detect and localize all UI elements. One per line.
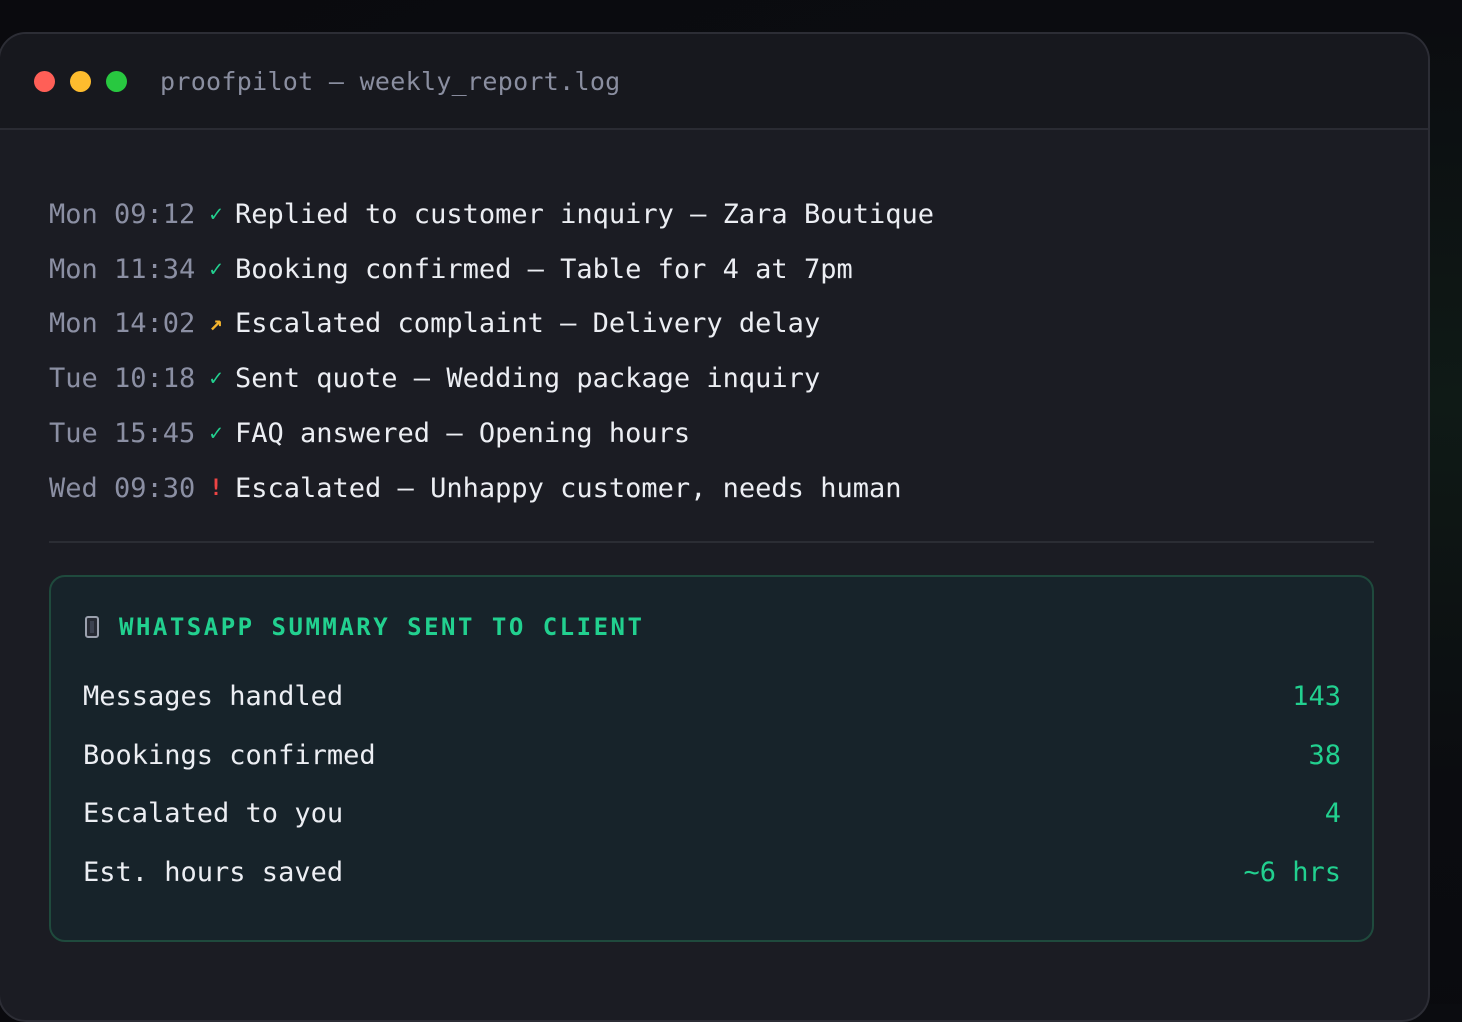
log-entry: Tue 10:18 ✓ Sent quote — Wedding package…: [49, 351, 1374, 406]
divider: [49, 541, 1374, 543]
log-entry: Mon 11:34 ✓ Booking confirmed — Table fo…: [49, 242, 1374, 297]
log-message: Sent quote — Wedding package inquiry: [235, 363, 821, 395]
log-entry: Tue 15:45 ✓ FAQ answered — Opening hours: [49, 406, 1374, 461]
log-timestamp: Tue 15:45: [49, 418, 196, 450]
summary-title: WHATSAPP SUMMARY SENT TO CLIENT: [119, 613, 645, 641]
stat-row: Est. hours saved ~6 hrs: [83, 843, 1341, 902]
stat-label: Messages handled: [83, 680, 344, 712]
close-window-button[interactable]: [34, 70, 55, 92]
stat-label: Escalated to you: [83, 798, 344, 830]
log-timestamp: Mon 09:12: [49, 198, 196, 230]
log-message: FAQ answered — Opening hours: [235, 418, 691, 450]
summary-card: WHATSAPP SUMMARY SENT TO CLIENT Messages…: [49, 575, 1374, 942]
log-message: Booking confirmed — Table for 4 at 7pm: [235, 253, 853, 285]
summary-stats: Messages handled 143 Bookings confirmed …: [83, 667, 1341, 902]
log-timestamp: Mon 11:34: [49, 253, 196, 285]
stat-value: 38: [1308, 739, 1341, 771]
log-timestamp: Tue 10:18: [49, 363, 196, 395]
title-bar: proofpilot — weekly_report.log: [0, 34, 1428, 130]
stat-value: ~6 hrs: [1243, 857, 1341, 889]
log-entry: Mon 14:02 ↗ Escalated complaint — Delive…: [49, 297, 1374, 352]
log-message: Replied to customer inquiry — Zara Bouti…: [235, 198, 934, 230]
check-icon: ✓: [209, 421, 223, 447]
log-message: Escalated — Unhappy customer, needs huma…: [235, 472, 902, 504]
check-icon: ✓: [209, 256, 223, 282]
activity-log: Mon 09:12 ✓ Replied to customer inquiry …: [49, 187, 1374, 516]
log-entry: Mon 09:12 ✓ Replied to customer inquiry …: [49, 187, 1374, 242]
log-entry: Wed 09:30 ! Escalated — Unhappy customer…: [49, 461, 1374, 516]
check-icon: ✓: [209, 201, 223, 227]
summary-header: WHATSAPP SUMMARY SENT TO CLIENT: [85, 613, 644, 641]
stat-row: Escalated to you 4: [83, 785, 1341, 844]
stat-value: 143: [1292, 680, 1341, 712]
stat-value: 4: [1324, 798, 1341, 830]
log-timestamp: Mon 14:02: [49, 308, 196, 340]
maximize-window-button[interactable]: [106, 70, 127, 92]
stat-label: Est. hours saved: [83, 857, 344, 889]
window-title: proofpilot — weekly_report.log: [160, 66, 621, 96]
exclamation-icon: !: [209, 475, 223, 501]
mobile-phone-icon: [85, 616, 99, 638]
stat-row: Messages handled 143: [83, 667, 1341, 726]
minimize-window-button[interactable]: [70, 70, 91, 92]
log-timestamp: Wed 09:30: [49, 472, 196, 504]
terminal-window: proofpilot — weekly_report.log Mon 09:12…: [0, 32, 1430, 1022]
log-message: Escalated complaint — Delivery delay: [235, 308, 821, 340]
arrow-up-right-icon: ↗: [209, 311, 223, 337]
stat-label: Bookings confirmed: [83, 739, 376, 771]
stat-row: Bookings confirmed 38: [83, 726, 1341, 785]
check-icon: ✓: [209, 366, 223, 392]
